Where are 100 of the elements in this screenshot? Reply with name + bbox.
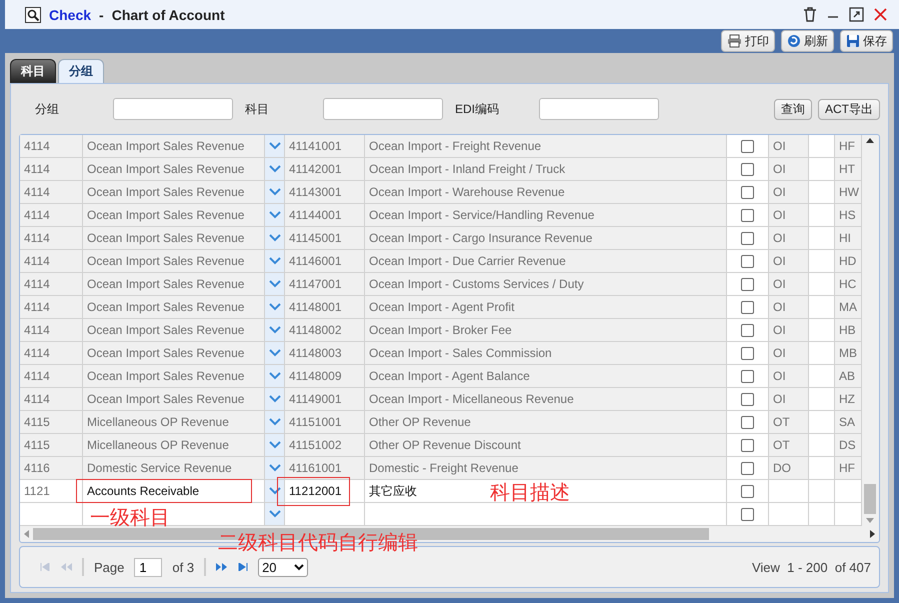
checkbox[interactable] bbox=[741, 186, 754, 198]
search-button[interactable]: 查询 bbox=[774, 98, 812, 120]
scroll-thumb[interactable] bbox=[864, 484, 876, 514]
table-cell: 4114 bbox=[20, 296, 83, 318]
chevron-down-icon[interactable] bbox=[268, 280, 280, 288]
checkbox[interactable] bbox=[741, 162, 754, 176]
table-cell: 41161001 bbox=[285, 457, 365, 479]
next-page-icon[interactable] bbox=[216, 563, 228, 571]
table-cell: 41141001 bbox=[285, 135, 365, 157]
checkbox[interactable] bbox=[741, 508, 754, 520]
close-icon[interactable] bbox=[874, 8, 887, 22]
filter-label: EDI编码 bbox=[455, 100, 500, 118]
checkbox[interactable] bbox=[741, 438, 754, 452]
save-button[interactable]: 保存 bbox=[840, 30, 893, 52]
table-cell: 1121 bbox=[20, 480, 83, 502]
table-cell: 4114 bbox=[20, 365, 83, 387]
refresh-button[interactable]: 刷新 bbox=[781, 30, 834, 52]
checkbox[interactable] bbox=[741, 300, 754, 314]
table-cell: 41143001 bbox=[285, 181, 365, 203]
table-cell: 4114 bbox=[20, 135, 83, 157]
window-title: Chart of Account bbox=[112, 6, 225, 23]
chevron-down-icon[interactable] bbox=[268, 165, 280, 173]
last-page-icon[interactable] bbox=[238, 563, 248, 571]
print-button[interactable]: 打印 bbox=[721, 30, 775, 52]
scroll-down-icon[interactable] bbox=[866, 518, 874, 523]
checkbox[interactable] bbox=[741, 232, 754, 244]
table-cell: 41151001 bbox=[285, 411, 365, 433]
export-button[interactable]: ACT导出 bbox=[818, 98, 880, 120]
checkbox[interactable] bbox=[741, 392, 754, 406]
checkbox[interactable] bbox=[741, 254, 754, 268]
table-cell: 4114 bbox=[20, 227, 83, 249]
tab[interactable]: 科目 bbox=[10, 59, 56, 83]
table-cell: 41148009 bbox=[285, 365, 365, 387]
annotation-note: 科目描述 bbox=[490, 479, 570, 506]
filter-field[interactable] bbox=[323, 98, 443, 120]
chevron-down-icon[interactable] bbox=[268, 349, 280, 357]
checkbox[interactable] bbox=[741, 208, 754, 222]
chevron-down-icon[interactable] bbox=[268, 372, 280, 380]
chevron-down-icon bbox=[294, 564, 304, 570]
table-cell: 41151002 bbox=[285, 434, 365, 456]
table-cell: 4114 bbox=[20, 250, 83, 272]
page-size-select[interactable]: 20 bbox=[258, 558, 308, 576]
chevron-down-icon[interactable] bbox=[268, 211, 280, 219]
tab[interactable]: 分组 bbox=[58, 59, 104, 83]
chevron-down-icon[interactable] bbox=[268, 510, 280, 518]
scroll-left-icon[interactable] bbox=[24, 530, 29, 538]
table-cell: 41148001 bbox=[285, 296, 365, 318]
page-field[interactable]: 1 bbox=[134, 558, 162, 576]
filter-label: 科目 bbox=[245, 100, 270, 118]
page-count: of 3 bbox=[172, 560, 194, 574]
checkbox[interactable] bbox=[741, 484, 754, 498]
chevron-down-icon[interactable] bbox=[268, 418, 280, 426]
scroll-right-icon[interactable] bbox=[870, 530, 875, 538]
table-cell: 41148002 bbox=[285, 319, 365, 341]
table-cell: 4114 bbox=[20, 319, 83, 341]
magnifier-icon bbox=[25, 6, 41, 23]
table-cell: 41148003 bbox=[285, 342, 365, 364]
table-cell: 41144001 bbox=[285, 204, 365, 226]
chevron-down-icon[interactable] bbox=[268, 326, 280, 334]
scroll-up-icon[interactable] bbox=[866, 138, 874, 143]
refresh-icon bbox=[787, 34, 801, 48]
page-label: Page bbox=[94, 560, 124, 574]
table-cell: 11212001 bbox=[285, 480, 365, 502]
checkbox[interactable] bbox=[741, 346, 754, 360]
checkbox[interactable] bbox=[741, 324, 754, 336]
checkbox[interactable] bbox=[741, 278, 754, 290]
chevron-down-icon[interactable] bbox=[268, 188, 280, 196]
chevron-down-icon[interactable] bbox=[268, 487, 280, 495]
checkbox[interactable] bbox=[741, 140, 754, 152]
filter-label: 分组 bbox=[35, 100, 60, 118]
chevron-down-icon[interactable] bbox=[268, 441, 280, 449]
filter-field[interactable] bbox=[539, 98, 659, 120]
annotation-note: 二级科目代码自行编辑 bbox=[218, 529, 418, 556]
checkbox[interactable] bbox=[741, 370, 754, 382]
table-cell: 4114 bbox=[20, 181, 83, 203]
filter-field[interactable] bbox=[113, 98, 233, 120]
table-cell: 4114 bbox=[20, 342, 83, 364]
record-count: View 1 - 200 of 407 bbox=[752, 560, 871, 574]
table-cell: 4114 bbox=[20, 388, 83, 410]
chevron-down-icon[interactable] bbox=[268, 303, 280, 311]
vertical-scrollbar[interactable] bbox=[862, 135, 877, 526]
trash-icon[interactable] bbox=[803, 7, 817, 22]
title-separator: - bbox=[99, 6, 104, 23]
chevron-down-icon[interactable] bbox=[268, 464, 280, 472]
checkbox[interactable] bbox=[741, 462, 754, 474]
printer-icon bbox=[727, 34, 742, 48]
table-cell: 41149001 bbox=[285, 388, 365, 410]
chevron-down-icon[interactable] bbox=[268, 142, 280, 150]
maximize-icon[interactable] bbox=[849, 7, 864, 22]
table-cell: 41142001 bbox=[285, 158, 365, 180]
table-cell: 41147001 bbox=[285, 273, 365, 295]
table-cell: 4116 bbox=[20, 457, 83, 479]
table-cell: 4115 bbox=[20, 434, 83, 456]
chevron-down-icon[interactable] bbox=[268, 234, 280, 242]
chevron-down-icon[interactable] bbox=[268, 395, 280, 403]
table-cell: 41146001 bbox=[285, 250, 365, 272]
table-cell: 41145001 bbox=[285, 227, 365, 249]
checkbox[interactable] bbox=[741, 416, 754, 428]
chevron-down-icon[interactable] bbox=[268, 257, 280, 265]
table-cell: 4114 bbox=[20, 273, 83, 295]
